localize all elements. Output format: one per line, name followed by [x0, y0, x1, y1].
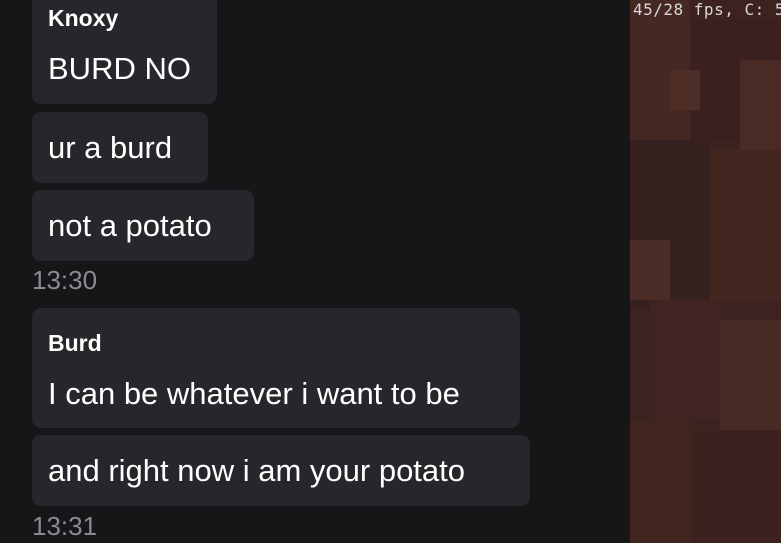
- chat-pane: Knoxy BURD NO ur a burd not a potato 13:…: [0, 0, 630, 543]
- game-texture: [630, 0, 781, 543]
- message-author[interactable]: Knoxy: [48, 5, 118, 32]
- message-text: I can be whatever i want to be: [48, 376, 460, 411]
- message-text: BURD NO: [48, 51, 191, 86]
- screen: Knoxy BURD NO ur a burd not a potato 13:…: [0, 0, 781, 543]
- message-bubble[interactable]: and right now i am your potato: [32, 435, 530, 506]
- message-bubble-burd[interactable]: Burd I can be whatever i want to be: [32, 308, 520, 428]
- message-text: ur a burd: [48, 130, 173, 165]
- fps-readout: 45/28 fps, C: 56: [633, 0, 781, 19]
- message-timestamp: 13:30: [32, 265, 98, 295]
- message-bubble-knoxy[interactable]: Knoxy BURD NO: [32, 0, 217, 104]
- message-bubble[interactable]: ur a burd: [32, 112, 208, 183]
- message-text: and right now i am your potato: [48, 453, 466, 488]
- message-author[interactable]: Burd: [48, 330, 102, 357]
- message-text: not a potato: [48, 208, 212, 243]
- game-view[interactable]: 45/28 fps, C: 56: [630, 0, 781, 543]
- message-bubble[interactable]: not a potato: [32, 190, 254, 261]
- message-timestamp: 13:31: [32, 511, 98, 541]
